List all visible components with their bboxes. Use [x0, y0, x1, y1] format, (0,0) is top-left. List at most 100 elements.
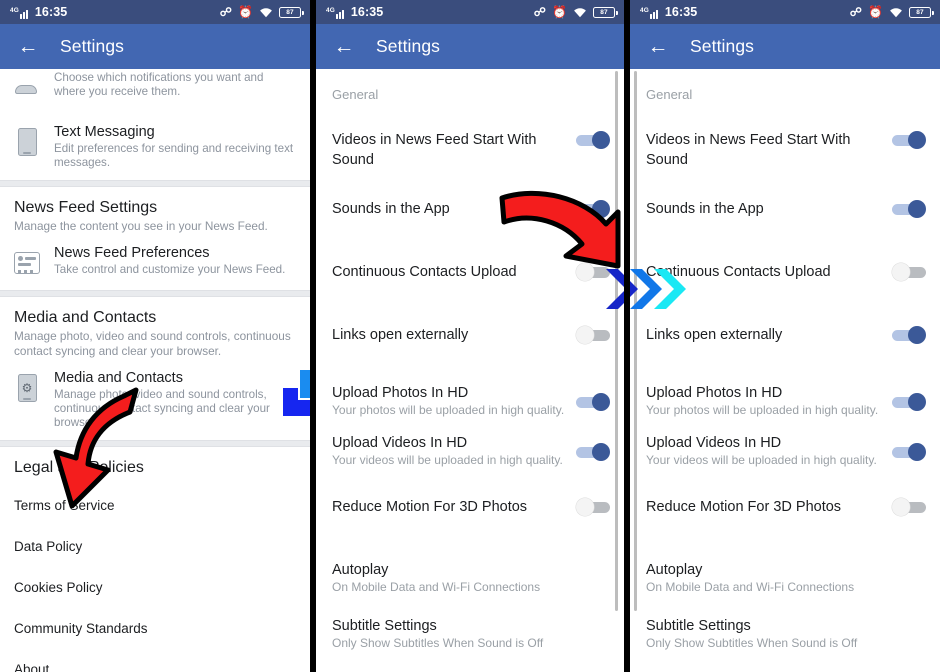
battery-percent-label: 87: [916, 8, 924, 16]
status-bar: 4G 16:35 ☍ ⏰ 87: [316, 0, 624, 24]
toggle-videos-sound[interactable]: [576, 131, 610, 150]
setting-row-sounds-in-app[interactable]: Sounds in the App: [316, 199, 624, 233]
back-arrow-icon[interactable]: ←: [646, 35, 670, 59]
settings-list-content[interactable]: Choose which notifications you want and …: [0, 69, 310, 672]
toggle-upload-videos-hd[interactable]: [576, 443, 610, 462]
setting-row-upload-photos-hd[interactable]: Upload Photos In HD Your photos will be …: [316, 383, 624, 419]
section-legal-header: Legal and Policies: [0, 447, 310, 485]
section-subtitle: Manage the content you see in your News …: [14, 219, 268, 233]
setting-row-links-open-externally[interactable]: Links open externally: [316, 325, 624, 359]
setting-row-subtitle-settings[interactable]: Subtitle Settings Only Show Subtitles Wh…: [316, 616, 624, 652]
setting-row-reduce-motion-3d[interactable]: Reduce Motion For 3D Photos: [630, 497, 940, 531]
battery-icon: 87: [279, 6, 304, 18]
setting-subtitle: On Mobile Data and Wi-Fi Connections: [332, 580, 541, 594]
setting-title: Videos in News Feed Start With Sound: [646, 132, 851, 168]
text-messaging-subtitle: Edit preferences for sending and receivi…: [54, 142, 294, 169]
toggle-upload-photos-hd[interactable]: [576, 393, 610, 412]
setting-title: Upload Videos In HD: [646, 435, 782, 451]
media-row-title: Media and Contacts: [54, 370, 183, 386]
setting-row-text: Reduce Motion For 3D Photos: [332, 497, 576, 517]
setting-title: Upload Photos In HD: [646, 385, 783, 401]
news-feed-pref-title: News Feed Preferences: [54, 245, 210, 261]
toggle-links-open-externally[interactable]: [576, 326, 610, 345]
setting-row-upload-videos-hd[interactable]: Upload Videos In HD Your videos will be …: [316, 433, 624, 469]
setting-row-upload-photos-hd[interactable]: Upload Photos In HD Your photos will be …: [630, 383, 940, 419]
app-bar: ← Settings: [0, 24, 310, 69]
signal-strength-icon: 4G: [326, 7, 347, 19]
section-title: Legal and Policies: [14, 459, 144, 476]
toggle-sounds-in-app[interactable]: [892, 200, 926, 219]
setting-row-videos-sound[interactable]: Videos in News Feed Start With Sound: [316, 130, 624, 170]
bluetooth-icon: ☍: [849, 5, 862, 19]
status-bar-right: ☍ ⏰ 87: [849, 5, 934, 19]
list-item-media-and-contacts[interactable]: ⚙ Media and Contacts Manage photo, video…: [0, 361, 310, 440]
page-title: Settings: [376, 36, 441, 56]
setting-row-links-open-externally[interactable]: Links open externally: [630, 325, 940, 359]
section-subtitle: Manage photo, video and sound controls, …: [14, 329, 291, 358]
setting-row-videos-sound[interactable]: Videos in News Feed Start With Sound: [630, 130, 940, 170]
legal-link-terms-of-service[interactable]: Terms of Service: [0, 485, 310, 526]
setting-title: Sounds in the App: [332, 201, 450, 217]
setting-row-text: Autoplay On Mobile Data and Wi-Fi Connec…: [332, 560, 610, 596]
list-item-text: Media and Contacts Manage photo, video a…: [54, 369, 296, 430]
toggle-continuous-contacts-upload[interactable]: [892, 263, 926, 282]
setting-row-text: Sounds in the App: [646, 199, 892, 219]
clock-label: 16:35: [664, 5, 698, 19]
signal-strength-icon: 4G: [10, 7, 31, 19]
setting-row-text: Sounds in the App: [332, 199, 576, 219]
notifications-subtitle: Choose which notifications you want and …: [54, 71, 264, 98]
toggle-sounds-in-app[interactable]: [576, 200, 610, 219]
status-bar-left: 4G 16:35: [10, 5, 67, 19]
setting-title: Autoplay: [646, 562, 703, 578]
status-bar-right: ☍ ⏰ 87: [220, 5, 304, 19]
setting-subtitle: Only Show Subtitles When Sound is Off: [332, 636, 544, 650]
bluetooth-icon: ☍: [533, 5, 546, 19]
status-bar: 4G 16:35 ☍ ⏰ 87: [630, 0, 940, 24]
setting-row-upload-videos-hd[interactable]: Upload Videos In HD Your videos will be …: [630, 433, 940, 469]
toggle-upload-photos-hd[interactable]: [892, 393, 926, 412]
list-item-news-feed-preferences[interactable]: News Feed Preferences Take control and c…: [0, 236, 310, 290]
legal-link-data-policy[interactable]: Data Policy: [0, 526, 310, 567]
alarm-icon: ⏰: [237, 5, 253, 19]
setting-row-text: Links open externally: [332, 325, 576, 345]
setting-row-sounds-in-app[interactable]: Sounds in the App: [630, 199, 940, 233]
network-type-label: 4G: [10, 7, 19, 14]
legal-link-community-standards[interactable]: Community Standards: [0, 608, 310, 649]
toggle-videos-sound[interactable]: [892, 131, 926, 150]
setting-row-autoplay[interactable]: Autoplay On Mobile Data and Wi-Fi Connec…: [630, 560, 940, 596]
page-title: Settings: [60, 36, 125, 56]
setting-title: Upload Photos In HD: [332, 385, 469, 401]
list-item-text-messaging[interactable]: Text Messaging Edit preferences for send…: [0, 117, 310, 180]
legal-link-cookies-policy[interactable]: Cookies Policy: [0, 567, 310, 608]
section-divider: [0, 180, 310, 187]
list-item-notifications[interactable]: Choose which notifications you want and …: [0, 69, 310, 117]
app-bar: ← Settings: [316, 24, 624, 69]
back-arrow-icon[interactable]: ←: [332, 35, 356, 59]
setting-row-text: Continuous Contacts Upload: [646, 262, 892, 282]
media-settings-content[interactable]: General Videos in News Feed Start With S…: [316, 69, 624, 672]
alarm-icon: ⏰: [867, 5, 883, 19]
setting-row-reduce-motion-3d[interactable]: Reduce Motion For 3D Photos: [316, 497, 624, 531]
scrollbar-thumb[interactable]: [634, 71, 637, 611]
legal-link-about[interactable]: About: [0, 649, 310, 672]
media-settings-content[interactable]: General Videos in News Feed Start With S…: [630, 69, 940, 672]
setting-row-continuous-contacts-upload[interactable]: Continuous Contacts Upload: [630, 262, 940, 296]
toggle-reduce-motion-3d[interactable]: [576, 498, 610, 517]
toggle-reduce-motion-3d[interactable]: [892, 498, 926, 517]
scrollbar-thumb[interactable]: [615, 71, 618, 611]
wifi-icon: [890, 7, 902, 17]
setting-row-text: Videos in News Feed Start With Sound: [646, 130, 892, 170]
toggle-links-open-externally[interactable]: [892, 326, 926, 345]
battery-icon: 87: [593, 6, 618, 18]
toggle-continuous-contacts-upload[interactable]: [576, 263, 610, 282]
bell-icon: [12, 73, 42, 107]
setting-subtitle: Only Show Subtitles When Sound is Off: [646, 636, 858, 650]
setting-row-autoplay[interactable]: Autoplay On Mobile Data and Wi-Fi Connec…: [316, 560, 624, 596]
clock-label: 16:35: [34, 5, 68, 19]
toggle-upload-videos-hd[interactable]: [892, 443, 926, 462]
back-arrow-icon[interactable]: ←: [16, 35, 40, 59]
clock-label: 16:35: [350, 5, 384, 19]
setting-row-subtitle-settings[interactable]: Subtitle Settings Only Show Subtitles Wh…: [630, 616, 940, 652]
setting-row-continuous-contacts-upload[interactable]: Continuous Contacts Upload: [316, 262, 624, 296]
status-bar-right: ☍ ⏰ 87: [533, 5, 618, 19]
